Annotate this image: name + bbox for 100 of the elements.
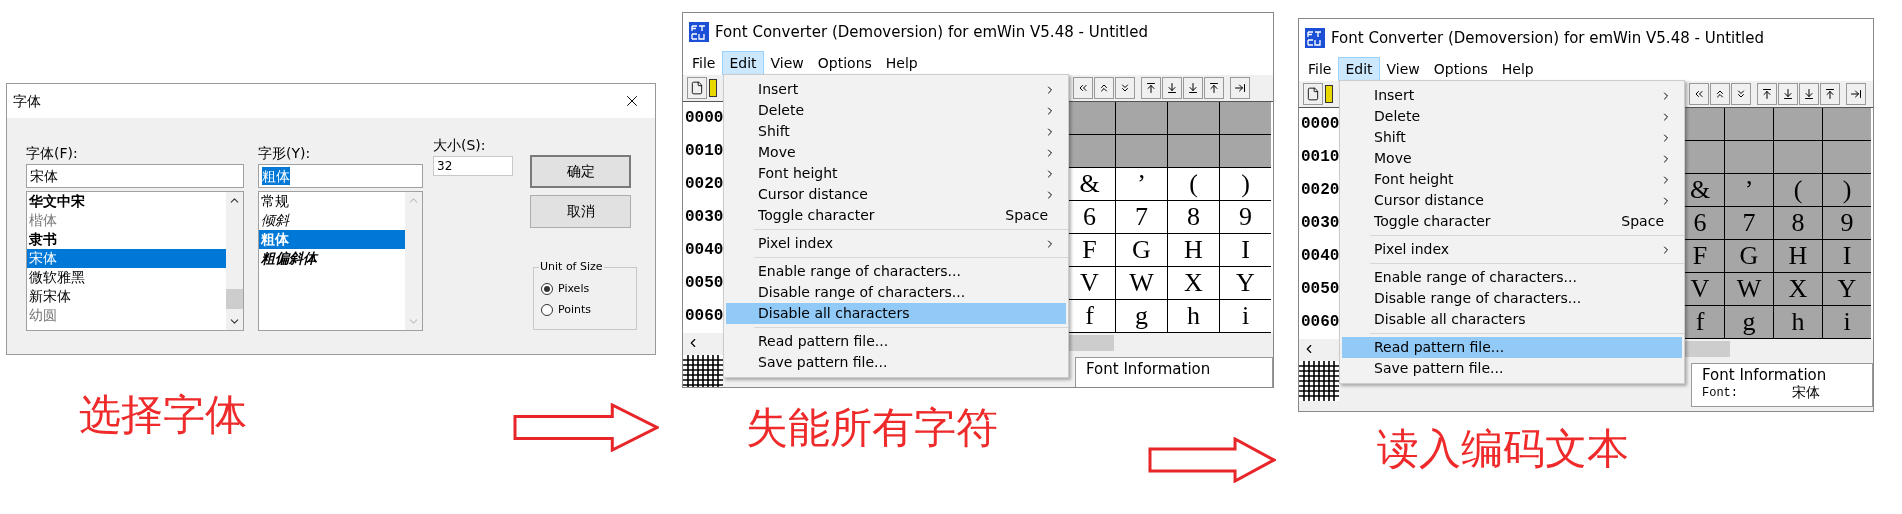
character-cell: ( [1167,168,1219,201]
character-cell: G [1724,240,1773,273]
shortcut-label: Space [1005,206,1048,225]
list-box[interactable]: 常规 倾斜 粗体 粗偏斜体 [258,191,423,331]
panel-title: Font Information [1702,366,1828,384]
character-cell: 7 [1724,207,1773,240]
list-item[interactable]: 幼圆 [27,306,226,325]
font-style-field[interactable]: 粗体 [258,164,423,188]
menu-entry[interactable]: Delete [1342,106,1682,127]
menu-item[interactable]: Options [810,51,879,75]
menu-entry-label: Toggle character [1374,212,1492,231]
menu-entry-label: Delete [758,101,805,120]
menu-entry[interactable]: Enable range of characters... [726,261,1066,282]
menu-entry-label: Read pattern file... [758,332,890,351]
row-label: 0060 [684,306,725,327]
menu-entry[interactable]: Delete [726,100,1066,121]
character-cell: g [1724,306,1773,339]
radio-label: Points [558,301,592,318]
menu-entry-label: Font height [758,164,839,183]
menu-entry[interactable]: Disable range of characters... [726,282,1066,303]
menu-entry[interactable]: Font height [726,163,1066,184]
character-cell: H [1773,240,1822,273]
row-label: 0010 [684,141,725,162]
list-item[interactable]: 楷体 [27,211,226,230]
step-caption: 读入编码文本 [1377,424,1629,473]
menu-entry-label: Delete [1374,107,1421,126]
character-cell: H [1167,234,1219,267]
info-label: Font: [1702,385,1739,402]
character-cell: W [1115,267,1167,300]
menu-entry-label: Read pattern file... [1374,338,1506,357]
menu-entry[interactable]: Shift [1342,127,1682,148]
menu-entry-label: Cursor distance [1374,191,1485,210]
menu-entry[interactable]: Pixel index [726,233,1066,254]
list-item[interactable]: 隶书 [27,230,226,249]
radio-option[interactable]: Pixels [541,281,636,298]
row-label: 0000 [684,108,725,129]
character-cell: ’ [1115,168,1167,201]
list-item[interactable]: 粗偏斜体 [259,249,405,268]
row-label: 0000 [1300,114,1341,135]
menu-entry-label: Insert [758,80,800,99]
font-name-field[interactable]: 宋体 [26,164,244,188]
menu-entry[interactable]: Shift [726,121,1066,142]
character-cell: 7 [1115,201,1167,234]
menu-entry[interactable]: Move [1342,148,1682,169]
character-cell: h [1773,306,1822,339]
menu-entry[interactable]: Read pattern file... [1342,337,1682,358]
menu-entry[interactable]: Insert [1342,85,1682,106]
menu-entry[interactable]: Cursor distance [726,184,1066,205]
menu-item[interactable]: View [763,51,811,75]
menu-entry[interactable]: Disable all characters [726,303,1066,324]
character-cell: ( [1773,174,1822,207]
character-cell: Y [1219,267,1271,300]
character-cell: ) [1822,174,1871,207]
menu-item[interactable]: Edit [722,51,764,75]
menu-item[interactable]: File [685,51,723,75]
list-item[interactable]: 倾斜 [259,211,405,230]
character-cell: G [1115,234,1167,267]
menu-entry[interactable]: Insert [726,79,1066,100]
menu-entry-label: Disable range of characters... [1374,289,1583,308]
list-item[interactable]: 宋体 [27,249,226,268]
character-cell: ) [1219,168,1271,201]
menu-entry-label: Disable all characters [758,304,911,323]
menu-entry-label: Disable all characters [1374,310,1527,329]
radio-option[interactable]: Points [541,301,636,318]
panel-title: Font Information [1086,360,1212,378]
menu-entry[interactable]: Toggle character Space [726,205,1066,226]
row-label: 0020 [684,174,725,195]
list-item[interactable]: 粗体 [259,230,405,249]
menu-item[interactable]: File [1301,57,1339,81]
list-item[interactable]: 常规 [259,192,405,211]
row-label: 0020 [1300,180,1341,201]
shortcut-label: Space [1621,212,1664,231]
row-label: 0010 [1300,147,1341,168]
menu-item[interactable]: View [1379,57,1427,81]
menu-item[interactable]: Help [1494,57,1541,81]
character-cell: g [1115,300,1167,333]
list-item[interactable]: 微软雅黑 [27,268,226,287]
menu-entry[interactable]: Save pattern file... [726,352,1066,373]
field-label: 字体(F): [26,144,79,163]
menu-entry[interactable]: Move [726,142,1066,163]
menu-item[interactable]: Edit [1338,57,1380,81]
character-cell: ’ [1724,174,1773,207]
list-item[interactable]: 新宋体 [27,287,226,306]
font-size-field[interactable]: 32 [433,156,513,176]
menu-entry-label: Shift [1374,128,1407,147]
character-cell: W [1724,273,1773,306]
menu-item[interactable]: Help [878,51,925,75]
menu-entry-label: Save pattern file... [758,353,889,372]
dialog-button[interactable]: 确定 [530,155,631,188]
list-box[interactable]: 华文中宋 楷体 隶书 宋体 微软雅黑 新宋体 幼圆 [26,191,244,331]
menu-entry[interactable]: Save pattern file... [1342,358,1682,379]
menu-entry[interactable]: Read pattern file... [726,331,1066,352]
menu-entry-label: Cursor distance [758,185,869,204]
row-label: 0040 [1300,246,1341,267]
menu-entry-label: Disable range of characters... [758,283,967,302]
menu-item[interactable]: Options [1426,57,1495,81]
menu-entry-label: Move [1374,149,1413,168]
menu-entry-label: Enable range of characters... [758,262,962,281]
list-item[interactable]: 华文中宋 [27,192,226,211]
dialog-button[interactable]: 取消 [530,195,631,228]
